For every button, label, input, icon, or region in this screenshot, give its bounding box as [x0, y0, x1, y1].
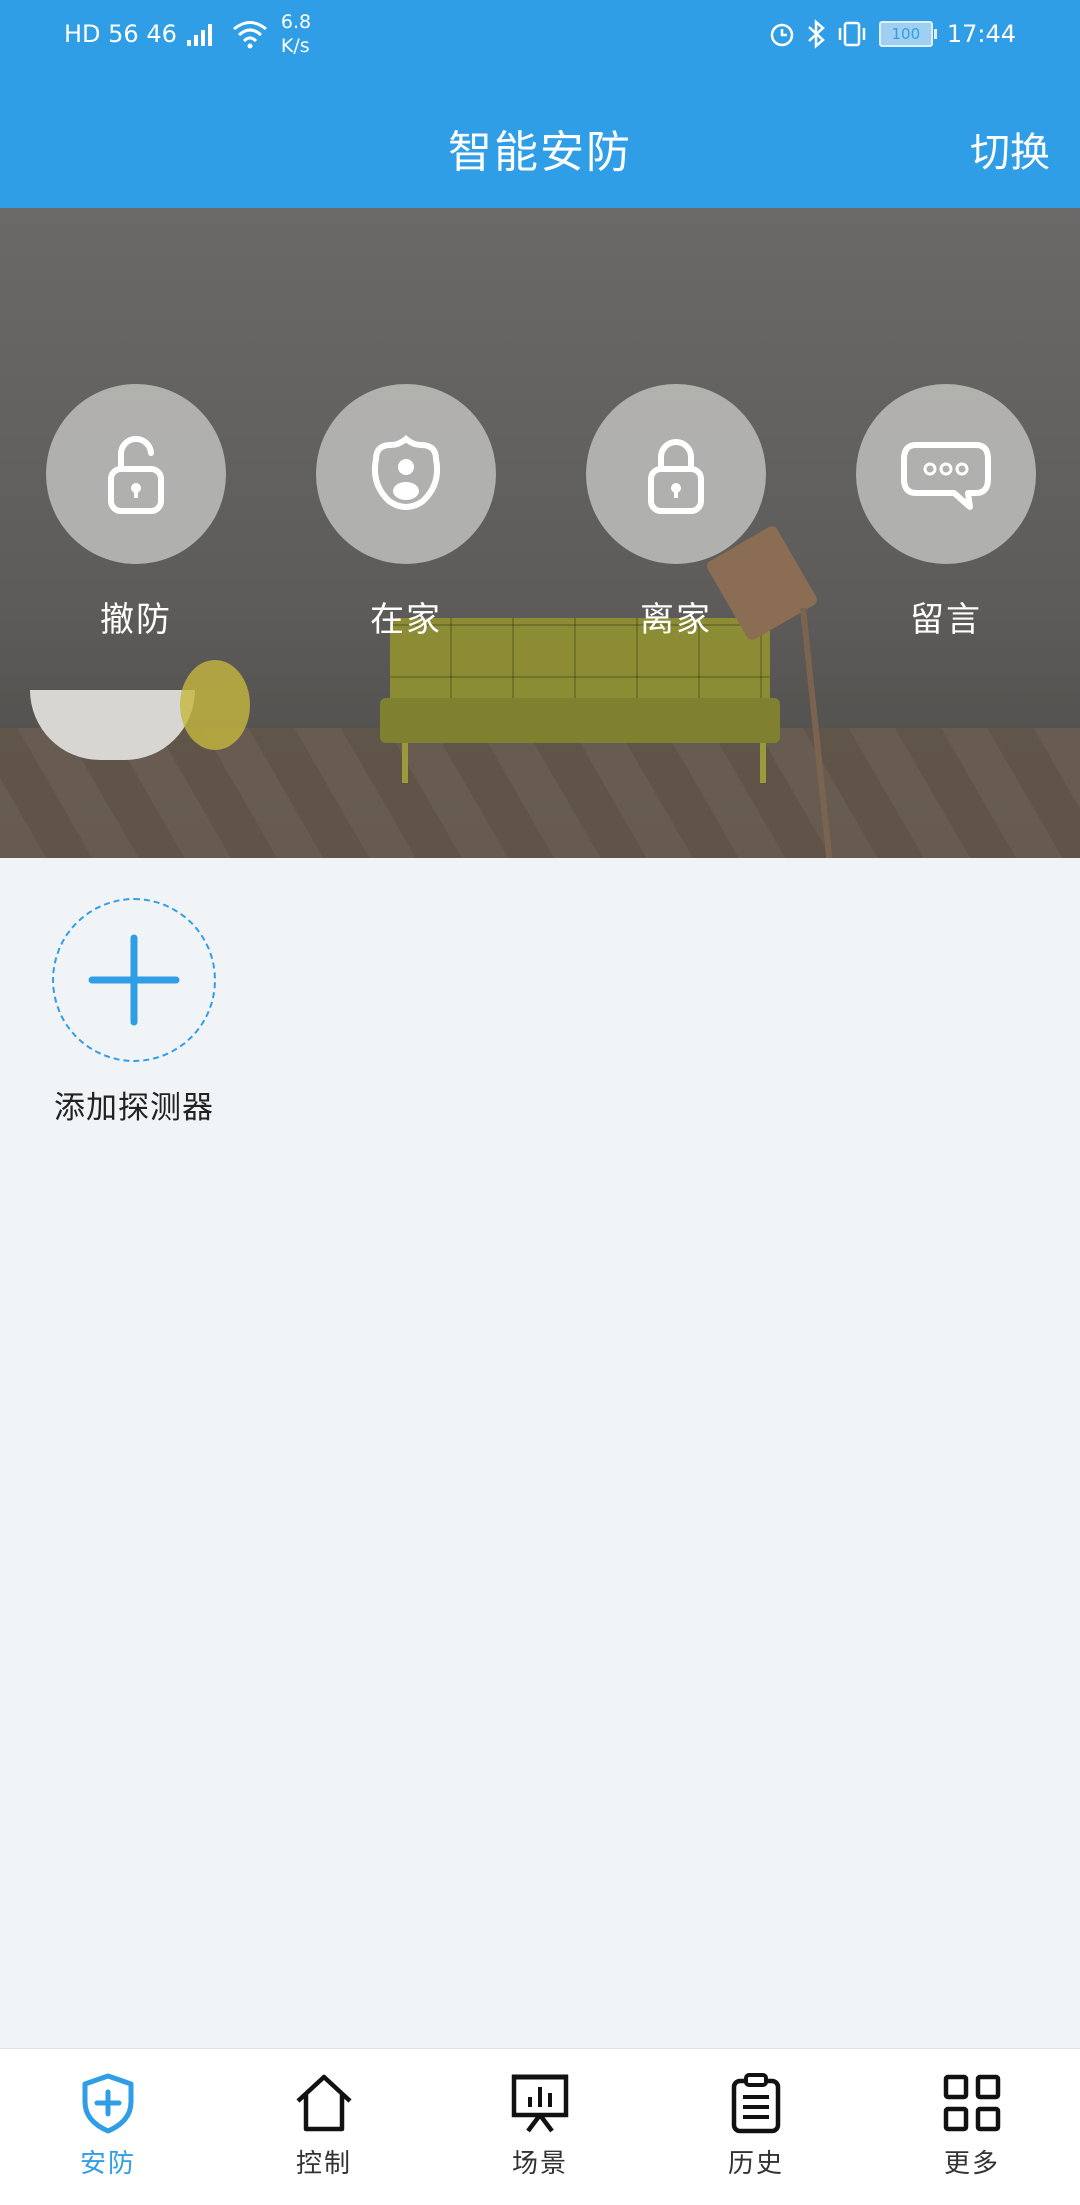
banner-sofa-leg [402, 743, 408, 783]
unlock-icon [108, 435, 164, 514]
signal-icon [186, 24, 212, 46]
tab-more-label: 更多 [943, 2149, 1000, 2179]
network-indicators: HD 56 46 [64, 20, 177, 48]
tab-scene-label: 场景 [511, 2149, 568, 2179]
banner-plate [180, 660, 250, 750]
presentation-chart-icon [511, 2074, 569, 2133]
add-detector-label: 添加探测器 [54, 1090, 214, 1126]
mode-away-button[interactable]: 离家 [586, 384, 766, 641]
clipboard-icon [731, 2073, 781, 2134]
tab-control-label: 控制 [295, 2149, 352, 2179]
tab-scene[interactable]: 场景 [432, 2049, 648, 2205]
plus-icon [88, 934, 180, 1026]
tab-security[interactable]: 安防 [0, 2049, 216, 2205]
message-icon [901, 442, 991, 510]
mode-message-label: 留言 [910, 600, 982, 640]
bottom-tab-bar: 安防 控制 场景 历史 更多 [0, 2048, 1080, 2205]
wifi-icon [232, 21, 267, 49]
network-speed: 6.8 K/s [281, 10, 311, 58]
mode-message-button[interactable]: 留言 [856, 384, 1036, 641]
home-person-icon [371, 435, 441, 510]
mode-disarm-button[interactable]: 撤防 [46, 384, 226, 641]
lock-icon [648, 439, 704, 514]
grid-icon [943, 2074, 1001, 2132]
speed-value: 6.8 [280, 11, 312, 33]
alarm-icon [770, 23, 794, 47]
tab-control[interactable]: 控制 [216, 2049, 432, 2205]
vibrate-icon [838, 21, 866, 47]
mode-home-circle [316, 384, 496, 564]
add-detector-button[interactable]: 添加探测器 [44, 898, 224, 1127]
mode-message-circle [856, 384, 1036, 564]
mode-away-circle [586, 384, 766, 564]
mode-disarm-circle [46, 384, 226, 564]
status-bar: HD 56 46 6.8 K/s 100 17:44 [0, 0, 1080, 68]
hero-banner: 撤防 在家 离家 留言 [0, 208, 1080, 858]
mode-away-label: 离家 [640, 600, 712, 640]
speed-unit: K/s [280, 35, 310, 57]
clock: 17:44 [946, 20, 1016, 48]
tab-more[interactable]: 更多 [864, 2049, 1080, 2205]
bluetooth-icon [807, 19, 825, 49]
switch-button[interactable]: 切换 [970, 120, 1050, 178]
app-bar: 智能安防 切换 [0, 68, 1080, 208]
status-left: HD 56 46 6.8 K/s [64, 6, 311, 62]
tab-history-label: 历史 [727, 2149, 784, 2179]
page-title: 智能安防 [448, 127, 632, 178]
shield-plus-icon [82, 2073, 134, 2134]
mode-home-label: 在家 [370, 600, 442, 640]
battery-indicator: 100 [878, 21, 937, 47]
tab-history[interactable]: 历史 [648, 2049, 864, 2205]
status-right: 100 17:44 [767, 6, 1016, 62]
house-icon [296, 2074, 352, 2132]
mode-home-button[interactable]: 在家 [316, 384, 496, 641]
tab-security-label: 安防 [79, 2149, 136, 2179]
banner-sofa-seat [380, 698, 780, 743]
add-detector-circle [52, 898, 216, 1062]
mode-disarm-label: 撤防 [100, 600, 172, 640]
banner-sofa-leg [760, 743, 766, 783]
